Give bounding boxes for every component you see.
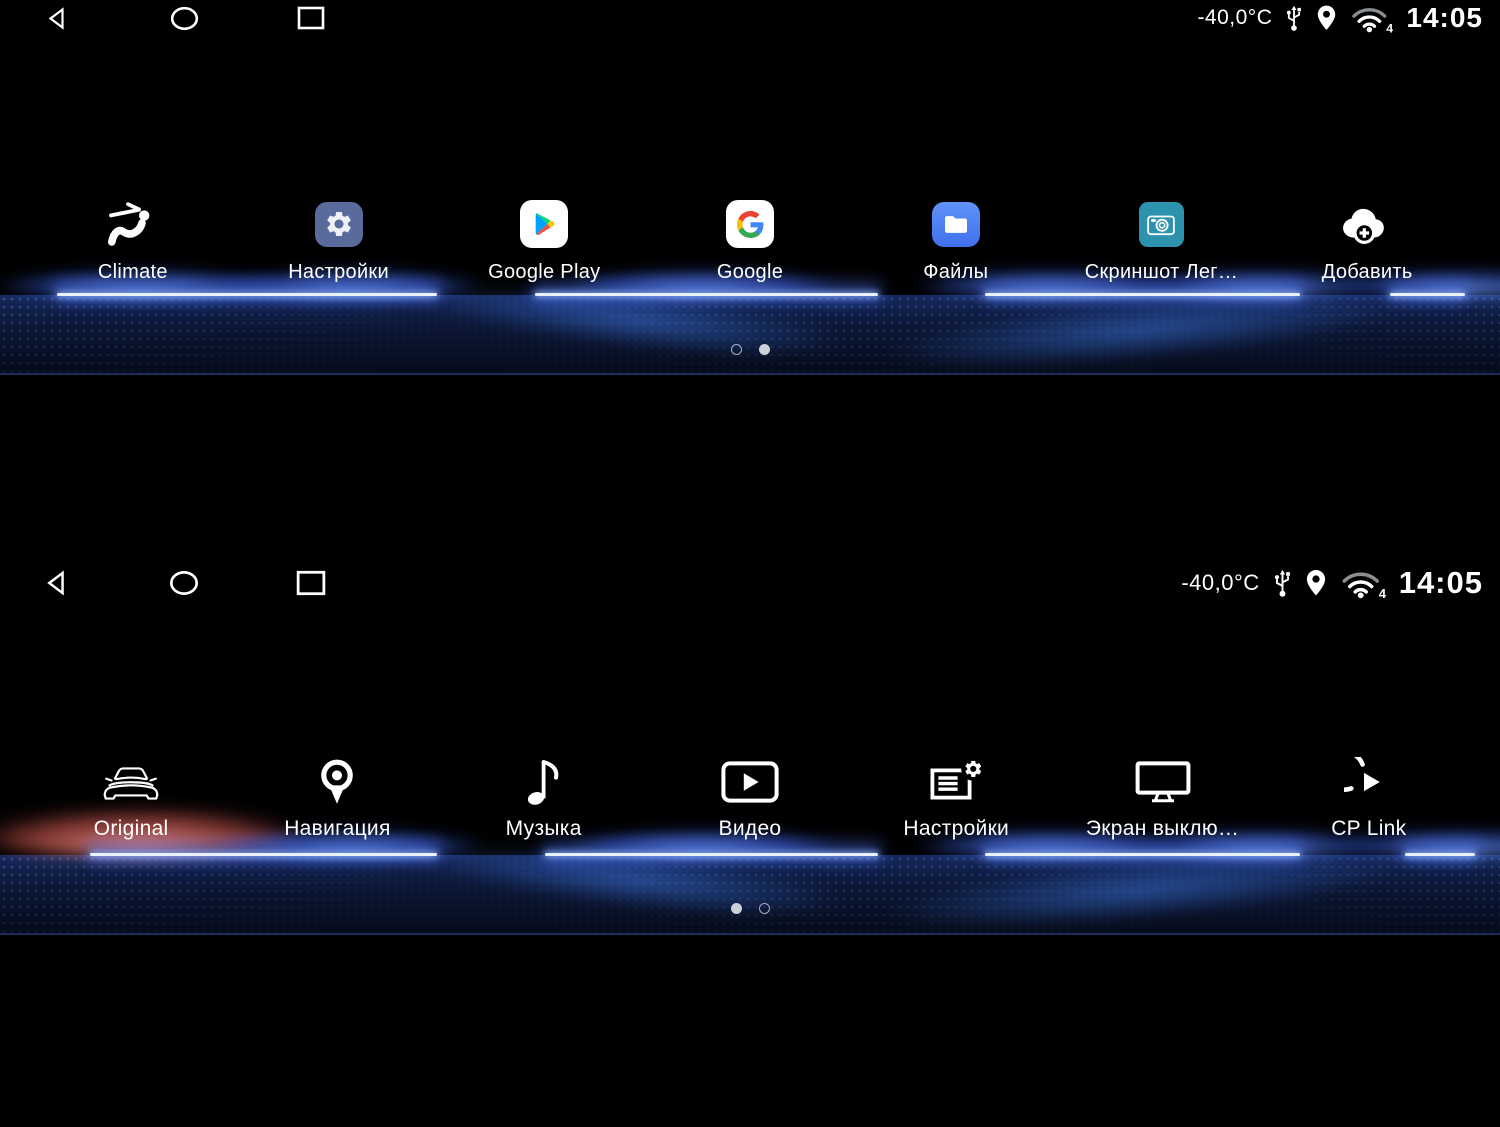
home-icon bbox=[167, 568, 201, 598]
back-icon bbox=[42, 568, 72, 598]
app-video[interactable]: Видео bbox=[647, 752, 853, 841]
app-screen-off[interactable]: Экран выклю… bbox=[1059, 752, 1265, 841]
home-button[interactable] bbox=[167, 5, 201, 32]
location-icon bbox=[1305, 568, 1327, 598]
page-dot[interactable] bbox=[759, 344, 770, 355]
app-google[interactable]: Google bbox=[647, 195, 853, 284]
app-label: Google bbox=[717, 261, 783, 284]
car-launcher-screenshots: -40,0°C 4 14:05 Climate bbox=[0, 0, 1500, 1127]
recents-icon bbox=[296, 570, 326, 596]
page-dot[interactable] bbox=[759, 903, 770, 914]
app-label: Навигация bbox=[284, 817, 390, 841]
screenshot-camera-icon bbox=[1139, 202, 1184, 247]
app-label: CP Link bbox=[1331, 817, 1406, 841]
app-label: Original bbox=[94, 817, 169, 841]
app-row-top: Climate Настройки Google Play bbox=[30, 195, 1470, 284]
page-indicator-top bbox=[0, 344, 1500, 355]
google-g-icon bbox=[726, 200, 774, 248]
app-settings[interactable]: Настройки bbox=[236, 195, 442, 284]
settings-panel-icon bbox=[928, 752, 984, 812]
app-google-play[interactable]: Google Play bbox=[441, 195, 647, 284]
app-screenshot[interactable]: Скриншот Лег… bbox=[1059, 195, 1265, 284]
wifi-level-badge: 4 bbox=[1387, 21, 1394, 33]
android-nav-keys bbox=[40, 0, 328, 36]
wifi-icon: 4 bbox=[1339, 567, 1387, 599]
recents-button[interactable] bbox=[294, 6, 328, 30]
app-label: Добавить bbox=[1322, 261, 1413, 284]
wifi-level-badge: 4 bbox=[1378, 586, 1386, 599]
usb-icon bbox=[1272, 568, 1293, 598]
status-bar-bottom: -40,0°C 4 14:05 bbox=[0, 560, 1500, 606]
google-play-icon bbox=[520, 200, 568, 248]
temperature-reading: -40,0°C bbox=[1197, 6, 1272, 30]
back-icon bbox=[44, 5, 71, 32]
app-label: Музыка bbox=[506, 817, 582, 841]
clock: 14:05 bbox=[1406, 2, 1483, 34]
page-dot[interactable] bbox=[731, 344, 742, 355]
temperature-reading: -40,0°C bbox=[1181, 570, 1259, 596]
app-label: Настройки bbox=[288, 261, 389, 284]
screen-off-monitor-icon bbox=[1134, 752, 1192, 812]
app-add[interactable]: Добавить bbox=[1264, 195, 1470, 284]
page-indicator-bottom bbox=[0, 903, 1500, 914]
recents-icon bbox=[297, 6, 325, 30]
app-cp-link[interactable]: CP Link bbox=[1266, 752, 1472, 841]
climate-seat-icon bbox=[105, 195, 161, 253]
video-play-icon bbox=[721, 752, 779, 812]
status-indicators: -40,0°C 4 14:05 bbox=[1181, 560, 1483, 606]
app-label: Видео bbox=[719, 817, 782, 841]
location-icon bbox=[1316, 4, 1337, 32]
app-music[interactable]: Музыка bbox=[441, 752, 647, 841]
home-button[interactable] bbox=[167, 568, 201, 598]
app-row-bottom: Original Навигация Музыка Видео Настройк… bbox=[28, 752, 1472, 841]
app-original[interactable]: Original bbox=[28, 752, 234, 841]
status-bar-top: -40,0°C 4 14:05 bbox=[0, 0, 1500, 36]
app-label: Экран выклю… bbox=[1086, 817, 1239, 841]
recents-button[interactable] bbox=[294, 570, 328, 596]
clock: 14:05 bbox=[1399, 565, 1483, 601]
status-indicators: -40,0°C 4 14:05 bbox=[1197, 0, 1483, 36]
wave-background-bottom bbox=[0, 855, 1500, 935]
android-nav-keys bbox=[40, 560, 328, 606]
app-files[interactable]: Файлы bbox=[853, 195, 1059, 284]
home-icon bbox=[168, 5, 201, 32]
app-label: Файлы bbox=[923, 261, 988, 284]
music-note-icon bbox=[524, 752, 564, 812]
back-button[interactable] bbox=[40, 5, 74, 32]
page-dot[interactable] bbox=[731, 903, 742, 914]
add-cloud-icon bbox=[1338, 195, 1396, 253]
car-icon bbox=[100, 752, 162, 812]
app-label: Climate bbox=[98, 261, 168, 284]
wave-background-top bbox=[0, 295, 1500, 375]
files-folder-icon bbox=[932, 202, 980, 247]
usb-icon bbox=[1284, 4, 1304, 32]
app-climate[interactable]: Climate bbox=[30, 195, 236, 284]
app-settings-bottom[interactable]: Настройки bbox=[853, 752, 1059, 841]
app-label: Скриншот Лег… bbox=[1085, 261, 1238, 284]
app-navigation[interactable]: Навигация bbox=[234, 752, 440, 841]
app-label: Настройки bbox=[903, 817, 1009, 841]
wifi-icon: 4 bbox=[1349, 3, 1394, 33]
app-label: Google Play bbox=[488, 261, 600, 284]
navigation-pin-icon bbox=[314, 752, 360, 812]
cp-link-icon bbox=[1344, 752, 1394, 812]
back-button[interactable] bbox=[40, 568, 74, 598]
settings-gear-icon bbox=[315, 202, 363, 247]
